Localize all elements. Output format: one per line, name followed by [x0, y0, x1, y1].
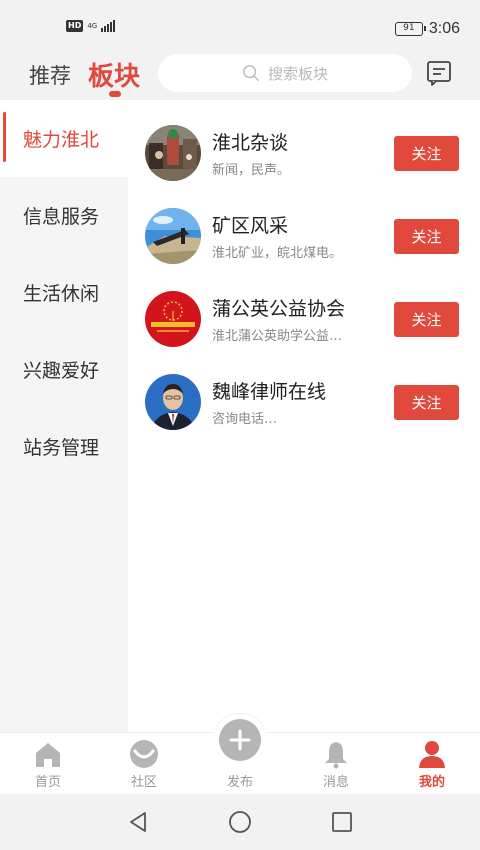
nav-mine[interactable]: 我的: [384, 733, 480, 795]
nav-messages[interactable]: 消息: [288, 733, 384, 795]
nav-label: 社区: [130, 775, 157, 790]
sidebar-item-site-admin[interactable]: 站务管理: [0, 408, 128, 485]
search-placeholder: 搜索板块: [267, 64, 328, 83]
recent-apps-icon[interactable]: [330, 810, 354, 834]
home-icon: [36, 743, 60, 767]
board-desc: 淮北蒲公英助学公益…: [212, 329, 343, 344]
user-icon: [419, 741, 445, 768]
search-icon: [243, 65, 259, 81]
nav-label: 我的: [418, 775, 445, 790]
home-circle-icon[interactable]: [228, 810, 252, 834]
publish-button[interactable]: [219, 719, 261, 761]
community-icon: [130, 740, 158, 768]
sidebar-item-label: 生活休闲: [23, 283, 100, 305]
lawyer-portrait-avatar: [145, 374, 201, 430]
search-input[interactable]: 搜索板块: [158, 54, 412, 92]
board-row-huaibei-talk[interactable]: 淮北杂谈 新闻，民声。 关注: [128, 100, 480, 183]
board-desc: 淮北矿业，皖北煤电。: [212, 246, 343, 261]
message-icon[interactable]: [426, 60, 452, 86]
sidebar-item-label: 兴趣爱好: [23, 360, 100, 382]
network-type: 4G: [87, 21, 98, 30]
nav-home[interactable]: 首页: [0, 733, 96, 795]
nav-community[interactable]: 社区: [96, 733, 192, 795]
sidebar-item-label: 信息服务: [23, 206, 100, 228]
board-desc: 咨询电话…: [212, 412, 278, 427]
board-name: 矿区风采: [212, 215, 289, 237]
hd-badge: HD: [66, 20, 84, 32]
board-name: 魏峰律师在线: [212, 381, 327, 403]
plus-icon: [229, 729, 251, 751]
back-icon[interactable]: [126, 810, 150, 834]
nav-label: 消息: [322, 775, 349, 790]
board-list: 淮北杂谈 新闻，民声。 关注 矿区风采 淮北矿业，皖北煤电。 关注 蒲公英公益协…: [128, 100, 480, 732]
nav-label: 发布: [226, 775, 253, 790]
follow-button[interactable]: 关注: [394, 385, 459, 420]
nav-label: 首页: [34, 775, 61, 790]
tab-boards[interactable]: 板块: [88, 56, 140, 93]
sidebar-item-label: 站务管理: [23, 437, 100, 459]
category-sidebar: 魅力淮北 信息服务 生活休闲 兴趣爱好 站务管理: [0, 100, 128, 732]
status-right: 91 3:06: [394, 20, 460, 38]
active-tab-indicator: [109, 91, 121, 97]
mine-photo-avatar: [145, 208, 201, 264]
board-row-lawyer-online[interactable]: 魏峰律师在线 咨询电话… 关注: [128, 349, 480, 432]
signal-icon: [101, 20, 116, 32]
board-desc: 新闻，民声。: [212, 163, 291, 178]
sidebar-item-leisure[interactable]: 生活休闲: [0, 254, 128, 331]
sidebar-item-hobbies[interactable]: 兴趣爱好: [0, 331, 128, 408]
follow-button[interactable]: 关注: [394, 219, 459, 254]
board-name: 淮北杂谈: [212, 132, 289, 154]
tab-recommend[interactable]: 推荐: [29, 60, 71, 90]
board-row-dandelion-charity[interactable]: 蒲公英公益协会 淮北蒲公英助学公益… 关注: [128, 266, 480, 349]
top-bar: 推荐 板块 搜索板块: [0, 46, 480, 100]
clock: 3:06: [428, 20, 460, 37]
follow-button[interactable]: 关注: [394, 136, 459, 171]
bottom-nav: 首页 社区 发布 消息 我的: [0, 713, 480, 795]
status-bar: HD 4G 91 3:06: [0, 0, 480, 46]
sidebar-item-label: 魅力淮北: [23, 129, 100, 151]
board-row-mining-area[interactable]: 矿区风采 淮北矿业，皖北煤电。 关注: [128, 183, 480, 266]
status-left: HD 4G: [66, 20, 116, 32]
battery-icon: 91: [394, 22, 426, 36]
system-nav-bar: [0, 794, 480, 850]
charity-logo-avatar: [145, 291, 201, 347]
follow-button[interactable]: 关注: [394, 302, 459, 337]
board-name: 蒲公英公益协会: [212, 298, 346, 320]
sidebar-item-info-service[interactable]: 信息服务: [0, 177, 128, 254]
street-photo-avatar: [145, 125, 201, 181]
bell-icon: [325, 742, 347, 769]
sidebar-item-charm-huaibei[interactable]: 魅力淮北: [0, 100, 128, 177]
